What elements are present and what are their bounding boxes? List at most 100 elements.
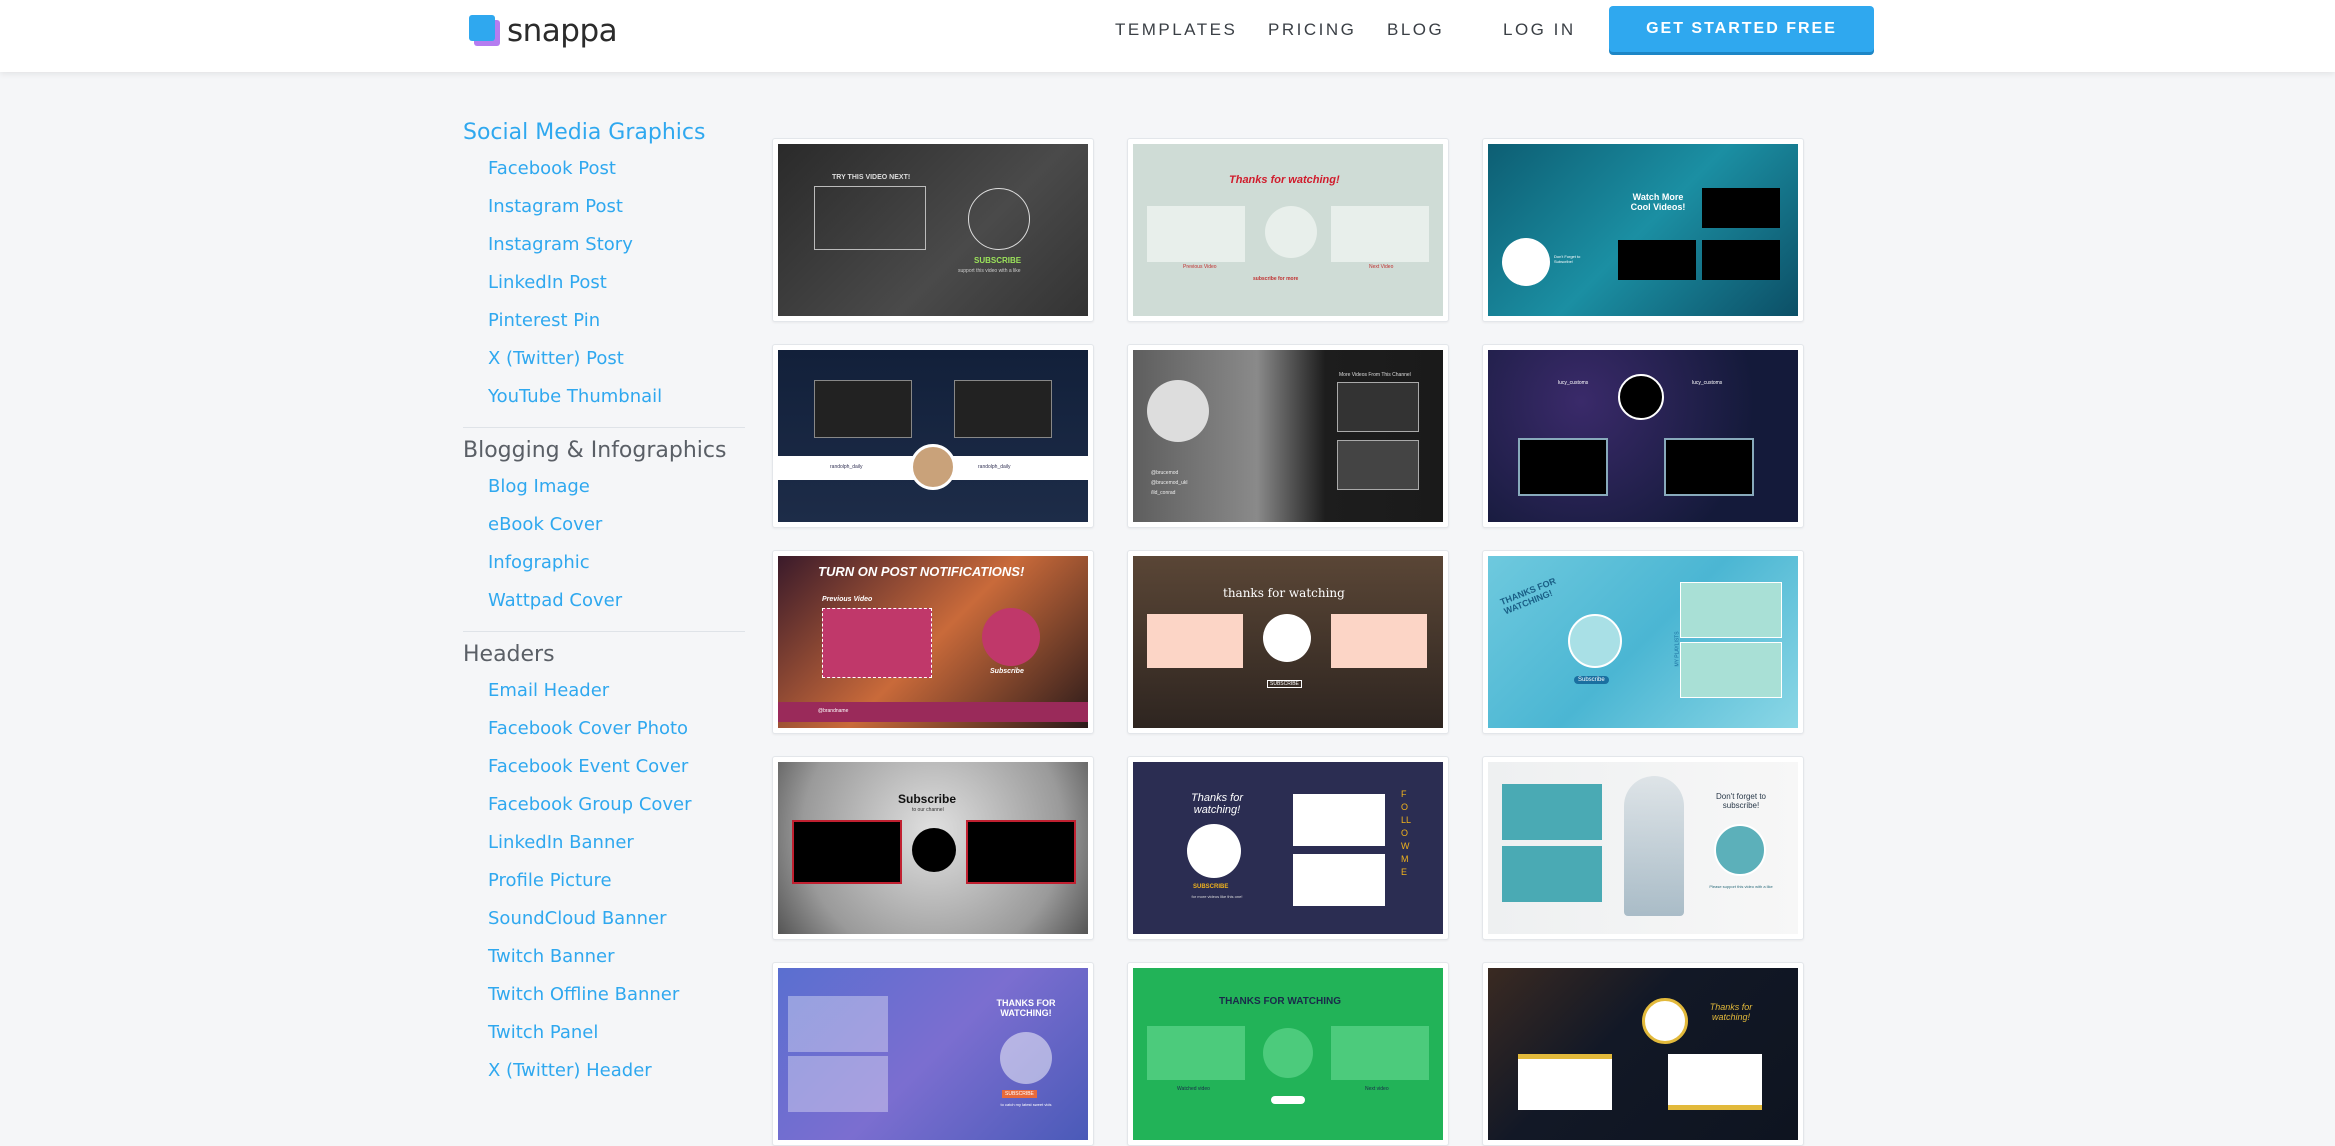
video-placeholder [1147, 614, 1243, 668]
avatar-placeholder [1568, 614, 1622, 668]
sidebar-item-blog-image[interactable]: Blog Image [488, 473, 745, 511]
sidebar-item-twitch-panel[interactable]: Twitch Panel [488, 1019, 745, 1057]
template-thumbnail: TURN ON POST NOTIFICATIONS! Previous Vid… [778, 556, 1088, 728]
template-card[interactable]: Watch More Cool Videos! Don't Forget to … [1482, 138, 1804, 322]
video-placeholder [792, 820, 902, 884]
category-social-media-graphics[interactable]: Social Media Graphics [463, 120, 745, 145]
snappa-logo[interactable]: snappa [469, 14, 617, 48]
template-thumbnail: Don't forget to subscribe! Please suppor… [1488, 762, 1798, 934]
video-placeholder [1502, 784, 1602, 840]
template-thumbnail: TRY THIS VIDEO NEXT! SUBSCRIBE support t… [778, 144, 1088, 316]
sidebar-item-email-header[interactable]: Email Header [488, 677, 745, 715]
video-placeholder [1702, 188, 1780, 228]
video-placeholder [1680, 582, 1782, 638]
video-placeholder [1664, 438, 1754, 496]
template-card[interactable]: Don't forget to subscribe! Please suppor… [1482, 756, 1804, 940]
sidebar-item-soundcloud-banner[interactable]: SoundCloud Banner [488, 905, 745, 943]
video-placeholder [814, 186, 926, 250]
template-text: lucy_customs [1692, 380, 1722, 386]
avatar-placeholder [1263, 614, 1311, 662]
photo-figure [1624, 776, 1684, 916]
template-card[interactable]: Thanks for watching! [1482, 962, 1804, 1146]
sidebar-item-twitch-offline-banner[interactable]: Twitch Offline Banner [488, 981, 745, 1019]
sidebar-item-twitter-post[interactable]: X (Twitter) Post [488, 345, 745, 383]
template-text: FOLLOW ME [1401, 788, 1411, 879]
template-text: SUBSCRIBE [1267, 680, 1302, 688]
logo-text: snappa [507, 13, 617, 49]
sidebar-item-pinterest-pin[interactable]: Pinterest Pin [488, 307, 745, 345]
video-placeholder [1147, 206, 1245, 262]
template-text: THANKS FOR WATCHING! [1499, 572, 1571, 617]
category-headers[interactable]: Headers [463, 642, 745, 667]
template-card[interactable]: Subscribe to our channel [772, 756, 1094, 940]
sidebar-item-youtube-thumbnail[interactable]: YouTube Thumbnail [488, 383, 745, 421]
sidebar-item-facebook-group-cover[interactable]: Facebook Group Cover [488, 791, 745, 829]
category-sidebar: Social Media Graphics Facebook Post Inst… [463, 120, 745, 1095]
sidebar-item-twitter-header[interactable]: X (Twitter) Header [488, 1057, 745, 1095]
template-card[interactable]: THANKS FOR WATCHING Watched video Next v… [1127, 962, 1449, 1146]
video-placeholder [814, 380, 912, 438]
template-text: Next video [1365, 1086, 1389, 1092]
sidebar-item-wattpad-cover[interactable]: Wattpad Cover [488, 587, 745, 625]
video-placeholder [1331, 206, 1429, 262]
template-text: /ild_conrad [1151, 490, 1175, 496]
sidebar-item-instagram-post[interactable]: Instagram Post [488, 193, 745, 231]
video-placeholder [1680, 642, 1782, 698]
template-thumbnail: thanks for watching SUBSCRIBE [1133, 556, 1443, 728]
template-text: Subscribe [1574, 676, 1609, 684]
template-text: THANKS FOR WATCHING! [988, 998, 1064, 1018]
login-link[interactable]: LOG IN [1503, 20, 1576, 40]
template-text: to our channel [912, 807, 944, 813]
avatar-placeholder [910, 444, 956, 490]
nav-pricing[interactable]: PRICING [1268, 20, 1356, 40]
template-text: to catch my latest sweet vids [994, 1102, 1058, 1107]
nav-templates[interactable]: TEMPLATES [1115, 20, 1237, 40]
template-text: More Videos From This Channel [1339, 372, 1411, 378]
video-placeholder [1337, 440, 1419, 490]
template-text: Thanks for watching! [1696, 1002, 1766, 1022]
template-text: Subscribe [898, 792, 956, 806]
sidebar-item-twitch-banner[interactable]: Twitch Banner [488, 943, 745, 981]
template-thumbnail: Thanks for watching! Previous Video Next… [1133, 144, 1443, 316]
template-card[interactable]: THANKS FOR WATCHING! SUBSCRIBE to catch … [772, 962, 1094, 1146]
template-card[interactable]: Thanks for watching! Previous Video Next… [1127, 138, 1449, 322]
sidebar-item-ebook-cover[interactable]: eBook Cover [488, 511, 745, 549]
sidebar-item-facebook-cover-photo[interactable]: Facebook Cover Photo [488, 715, 745, 753]
template-text: TRY THIS VIDEO NEXT! [832, 174, 910, 181]
template-text: Watch More Cool Videos! [1628, 192, 1688, 212]
template-text: support this video with a like [958, 268, 1021, 274]
template-card[interactable]: TRY THIS VIDEO NEXT! SUBSCRIBE support t… [772, 138, 1094, 322]
sidebar-item-profile-picture[interactable]: Profile Picture [488, 867, 745, 905]
template-thumbnail: THANKS FOR WATCHING Watched video Next v… [1133, 968, 1443, 1140]
video-placeholder [1293, 794, 1385, 846]
template-thumbnail: Subscribe to our channel [778, 762, 1088, 934]
category-blogging-infographics[interactable]: Blogging & Infographics [463, 438, 745, 463]
nav-blog[interactable]: BLOG [1387, 20, 1444, 40]
video-placeholder [1337, 382, 1419, 432]
video-placeholder [1293, 854, 1385, 906]
sidebar-item-linkedin-banner[interactable]: LinkedIn Banner [488, 829, 745, 867]
video-placeholder [1702, 240, 1780, 280]
avatar-placeholder [1265, 206, 1317, 258]
sidebar-item-infographic[interactable]: Infographic [488, 549, 745, 587]
template-card[interactable]: thanks for watching SUBSCRIBE [1127, 550, 1449, 734]
template-card[interactable]: Thanks for watching! SUBSCRIBE for more … [1127, 756, 1449, 940]
sidebar-item-linkedin-post[interactable]: LinkedIn Post [488, 269, 745, 307]
template-card[interactable]: THANKS FOR WATCHING! Subscribe MY PLAYLI… [1482, 550, 1804, 734]
sidebar-item-facebook-event-cover[interactable]: Facebook Event Cover [488, 753, 745, 791]
template-text: @brandname [818, 708, 848, 714]
template-thumbnail: randolph_daily randolph_daily [778, 350, 1088, 522]
avatar-placeholder [1000, 1032, 1052, 1084]
sidebar-item-facebook-post[interactable]: Facebook Post [488, 155, 745, 193]
sidebar-item-instagram-story[interactable]: Instagram Story [488, 231, 745, 269]
template-card[interactable]: More Videos From This Channel @brucemod … [1127, 344, 1449, 528]
template-card[interactable]: TURN ON POST NOTIFICATIONS! Previous Vid… [772, 550, 1094, 734]
template-text: subscribe for more [1253, 276, 1298, 282]
get-started-button[interactable]: GET STARTED FREE [1609, 6, 1874, 52]
template-text: Please support this video with a like [1706, 884, 1776, 889]
video-placeholder [1502, 846, 1602, 902]
template-text: Thanks for watching! [1229, 174, 1340, 186]
template-card[interactable]: randolph_daily randolph_daily [772, 344, 1094, 528]
divider [463, 427, 745, 428]
template-card[interactable]: lucy_customs lucy_customs [1482, 344, 1804, 528]
